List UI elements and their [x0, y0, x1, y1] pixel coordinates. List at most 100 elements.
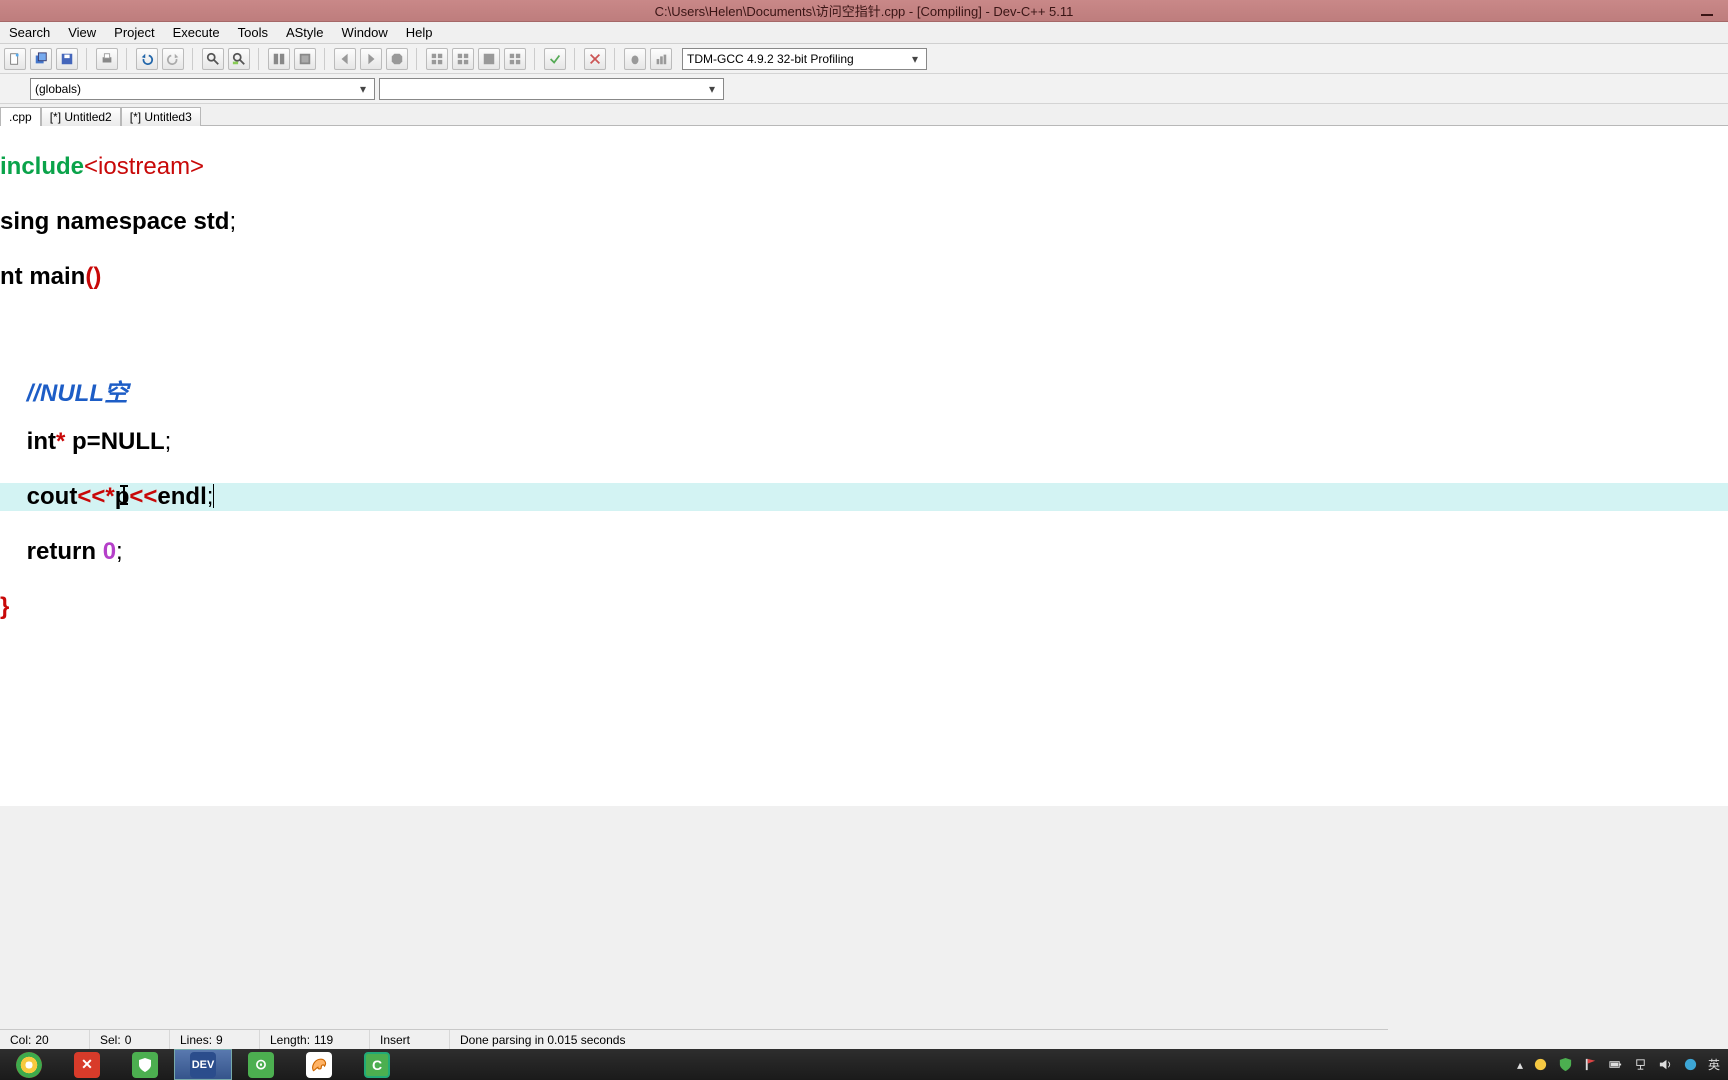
undo-icon[interactable] — [136, 48, 158, 70]
code-token: ; — [229, 208, 236, 235]
separator — [258, 48, 260, 70]
tab-untitled2[interactable]: [*] Untitled2 — [41, 107, 121, 126]
taskbar-camtasia[interactable]: ⊙ — [232, 1049, 290, 1080]
menu-view[interactable]: View — [59, 22, 105, 43]
taskbar-app-red[interactable]: ✕ — [58, 1049, 116, 1080]
grid4-icon[interactable] — [504, 48, 526, 70]
taskbar-devcpp[interactable]: DEV — [174, 1049, 232, 1080]
code-token: main — [29, 263, 85, 290]
compiler-combo[interactable]: TDM-GCC 4.9.2 32-bit Profiling ▾ — [682, 48, 927, 70]
code-token: } — [0, 593, 9, 620]
replace-icon[interactable] — [228, 48, 250, 70]
save-icon[interactable] — [56, 48, 78, 70]
profile-icon[interactable] — [650, 48, 672, 70]
new-file-icon[interactable] — [4, 48, 26, 70]
text-caret — [213, 484, 214, 508]
status-mode: Insert — [370, 1030, 450, 1049]
statusbar: Col: 20 Sel: 0 Lines: 9 Length: 119 Inse… — [0, 1029, 1388, 1049]
code-token: << — [129, 483, 157, 510]
code-token: sing — [0, 208, 56, 235]
check-icon[interactable] — [544, 48, 566, 70]
compiler-combo-text: TDM-GCC 4.9.2 32-bit Profiling — [687, 52, 854, 66]
menu-tools[interactable]: Tools — [229, 22, 277, 43]
member-combo[interactable]: ▾ — [379, 78, 724, 100]
ibeam-cursor-icon — [123, 486, 125, 504]
separator — [192, 48, 194, 70]
code-comment: //NULL空 — [27, 380, 128, 407]
status-value: 20 — [35, 1033, 48, 1047]
tray-network-icon[interactable] — [1633, 1057, 1648, 1072]
debug-icon[interactable] — [624, 48, 646, 70]
taskbar-paint[interactable] — [290, 1049, 348, 1080]
separator — [614, 48, 616, 70]
tab-file-cpp[interactable]: .cpp — [0, 107, 41, 126]
taskbar-app-green[interactable]: C — [348, 1049, 406, 1080]
menubar: Search View Project Execute Tools AStyle… — [0, 22, 1728, 44]
chevron-down-icon: ▾ — [908, 52, 922, 66]
scope-combo[interactable]: (globals) ▾ — [30, 78, 375, 100]
status-label: Sel: — [100, 1033, 121, 1047]
tray-ime[interactable]: 英 — [1708, 1056, 1720, 1073]
code-token: ; — [207, 483, 214, 510]
tray-flag-icon[interactable] — [1583, 1057, 1598, 1072]
status-length: Length: 119 — [260, 1030, 370, 1049]
menu-help[interactable]: Help — [397, 22, 442, 43]
grid2-icon[interactable] — [452, 48, 474, 70]
find-icon[interactable] — [202, 48, 224, 70]
menu-window[interactable]: Window — [333, 22, 397, 43]
separator — [574, 48, 576, 70]
separator — [126, 48, 128, 70]
print-icon[interactable] — [96, 48, 118, 70]
tab-untitled3[interactable]: [*] Untitled3 — [121, 107, 201, 126]
scope-combo-text: (globals) — [35, 82, 81, 96]
stop-icon[interactable] — [386, 48, 408, 70]
cancel-icon[interactable] — [584, 48, 606, 70]
minimize-button[interactable] — [1694, 2, 1720, 16]
tray-volume-icon[interactable] — [1658, 1057, 1673, 1072]
taskbar-chrome[interactable] — [0, 1049, 58, 1080]
tray-settings-icon[interactable] — [1683, 1057, 1698, 1072]
code-token: p=NULL — [65, 428, 164, 455]
menu-project[interactable]: Project — [105, 22, 163, 43]
code-token: std — [193, 208, 229, 235]
code-editor[interactable]: include<iostream> sing namespace std; nt… — [0, 126, 1728, 806]
code-token: include — [0, 153, 84, 180]
code-token: ; — [165, 428, 172, 455]
taskbar-shield1[interactable] — [116, 1049, 174, 1080]
code-token: endl — [157, 483, 206, 510]
grid3-icon[interactable] — [478, 48, 500, 70]
titlebar: C:\Users\Helen\Documents\访问空指针.cpp - [Co… — [0, 0, 1728, 22]
separator — [86, 48, 88, 70]
menu-execute[interactable]: Execute — [164, 22, 229, 43]
save-all-icon[interactable] — [30, 48, 52, 70]
code-token: return — [27, 538, 103, 565]
tray-battery-icon[interactable] — [1608, 1057, 1623, 1072]
tab-label: [*] Untitled3 — [130, 110, 192, 124]
status-col: Col: 20 — [0, 1030, 90, 1049]
tab-label: .cpp — [9, 110, 32, 124]
code-token: 0 — [103, 538, 116, 565]
code-token: () — [85, 263, 101, 290]
tray-bubble-icon[interactable] — [1533, 1057, 1548, 1072]
status-sel: Sel: 0 — [90, 1030, 170, 1049]
run-icon[interactable] — [294, 48, 316, 70]
redo-icon[interactable] — [162, 48, 184, 70]
nav-fwd-icon[interactable] — [360, 48, 382, 70]
separator — [416, 48, 418, 70]
code-token: ; — [116, 538, 123, 565]
main-toolbar: TDM-GCC 4.9.2 32-bit Profiling ▾ — [0, 44, 1728, 74]
separator — [324, 48, 326, 70]
tray-up-icon[interactable]: ▴ — [1517, 1058, 1523, 1072]
code-token: namespace — [56, 208, 193, 235]
grid1-icon[interactable] — [426, 48, 448, 70]
tray-shield-icon[interactable] — [1558, 1057, 1573, 1072]
menu-astyle[interactable]: AStyle — [277, 22, 333, 43]
code-token: int — [27, 428, 56, 455]
menu-search[interactable]: Search — [0, 22, 59, 43]
status-value: 9 — [216, 1033, 223, 1047]
system-tray: ▴ 英 — [1509, 1049, 1728, 1080]
compile-icon[interactable] — [268, 48, 290, 70]
nav-back-icon[interactable] — [334, 48, 356, 70]
status-message: Done parsing in 0.015 seconds — [450, 1030, 1388, 1049]
code-token: nt — [0, 263, 29, 290]
